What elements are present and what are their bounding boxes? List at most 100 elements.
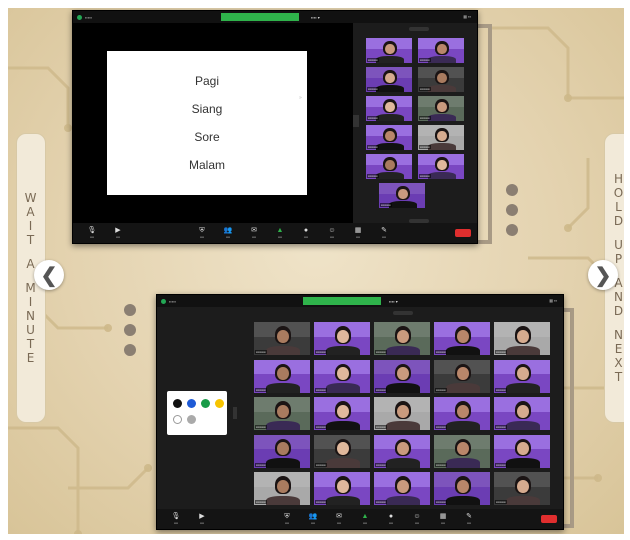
participant-tile[interactable]: ▪▪▪▪▪▪▪▪▪ <box>433 433 491 469</box>
page-scroll-icon[interactable]: » <box>299 95 302 101</box>
participant-name-label: ▪▪▪▪▪▪▪▪▪ <box>255 350 267 354</box>
side-word: UP <box>614 238 624 266</box>
participant-tile[interactable]: ▪▪▪▪▪▪▪▪▪ <box>253 433 311 469</box>
palette-color-swatch[interactable] <box>173 399 182 408</box>
participant-tile[interactable]: ▪▪▪▪▪▪▪▪▪ <box>433 321 491 356</box>
participant-tile[interactable]: ▪▪▪▪▪▪▪▪▪ <box>493 433 551 469</box>
participant-tile[interactable]: ▪▪▪▪▪▪▪▪▪ <box>365 153 413 180</box>
participant-tile[interactable]: ▪▪▪▪▪▪▪▪▪ <box>253 471 311 506</box>
side-word: HOLD <box>613 172 624 228</box>
participant-tile[interactable]: ▪▪▪▪▪▪▪▪▪ <box>313 358 371 394</box>
participant-name-label: ▪▪▪▪▪▪▪▪▪ <box>419 58 431 62</box>
participant-gallery: ▪▪▪▪▪▪▪▪▪ ▪▪▪▪▪▪▪▪▪ ▪▪▪▪▪▪▪▪▪ ▪▪▪▪▪▪▪▪▪ ▪▪▪▪… <box>365 37 469 223</box>
participants-button[interactable]: 👥 ▪▪▪▪ <box>300 510 326 528</box>
participant-tile[interactable]: ▪▪▪▪▪▪▪▪▪ <box>417 66 465 93</box>
participant-tile[interactable]: ▪▪▪▪▪▪▪▪▪ <box>417 37 465 64</box>
participant-tile[interactable]: ▪▪▪▪▪▪▪▪▪ <box>373 471 431 506</box>
share-screen-button[interactable]: ▲ ▪▪▪▪ <box>352 510 378 528</box>
participant-name-label: ▪▪▪▪▪▪▪▪▪ <box>367 145 379 149</box>
toolbar-label: ▪▪▪▪ <box>89 234 95 239</box>
view-toggle[interactable]: ▦ ▪▪ <box>549 298 557 303</box>
record-button[interactable]: ● ▪▪▪▪ <box>293 224 319 242</box>
participant-tile[interactable]: ▪▪▪▪▪▪▪▪▪ <box>417 124 465 151</box>
apps-button[interactable]: ▦ ▪▪▪▪ <box>345 224 371 242</box>
share-screen-button[interactable]: ▲ ▪▪▪▪ <box>267 224 293 242</box>
shield-icon: ⛨ <box>199 226 205 234</box>
participant-name-label: ▪▪▪▪▪▪▪▪▪ <box>367 58 379 62</box>
apps-button[interactable]: ▦ ▪▪▪▪ <box>430 510 456 528</box>
participants-button[interactable]: 👥 ▪▪▪▪ <box>215 224 241 242</box>
participant-tile[interactable]: ▪▪▪▪▪▪▪▪▪ <box>253 358 311 394</box>
participant-tile[interactable]: ▪▪▪▪▪▪▪▪▪ <box>493 396 551 431</box>
participant-tile[interactable]: ▪▪▪▪▪▪▪▪▪ <box>253 396 311 431</box>
participant-tile[interactable]: ▪▪▪▪▪▪▪▪▪ <box>365 95 413 122</box>
participant-name-label: ▪▪▪▪▪▪▪▪▪ <box>495 500 507 504</box>
gallery-up-button[interactable] <box>409 27 429 31</box>
participant-tile[interactable]: ▪▪▪▪▪▪▪▪▪ <box>313 433 371 469</box>
participant-tile[interactable]: ▪▪▪▪▪▪▪▪▪ <box>365 37 413 64</box>
participant-name-label: ▪▪▪▪▪▪▪▪▪ <box>435 387 447 392</box>
shield-button[interactable]: ⛨ ▪▪▪▪ <box>189 224 215 242</box>
participant-name-label: ▪▪▪▪▪▪▪▪▪ <box>495 350 507 354</box>
share-screen-icon: ▲ <box>276 226 284 234</box>
participant-tile[interactable]: ▪▪▪▪▪▪▪▪▪ <box>417 153 465 180</box>
participant-tile[interactable]: ▪▪▪▪▪▪▪▪▪ <box>365 66 413 93</box>
chat-button[interactable]: ✉ ▪▪▪▪ <box>241 224 267 242</box>
participant-tile[interactable]: ▪▪▪▪▪▪▪▪▪ <box>373 433 431 469</box>
participant-name-label: ▪▪▪▪▪▪▪▪▪ <box>315 425 327 429</box>
view-options-text[interactable]: ▪▪▪▪ ▾ <box>311 15 320 20</box>
participant-tile[interactable]: ▪▪▪▪▪▪▪▪▪ <box>493 358 551 394</box>
toolbar-label: ▪▪▪▪ <box>329 234 335 239</box>
participant-tile[interactable]: ▪▪▪▪▪▪▪▪▪ <box>378 182 426 209</box>
participant-name-label: ▪▪▪▪▪▪▪▪▪ <box>375 500 387 504</box>
participant-tile[interactable]: ▪▪▪▪▪▪▪▪▪ <box>365 124 413 151</box>
toolbar-label: ▪▪▪▪ <box>310 520 316 525</box>
video-button[interactable]: ▶ ▪▪▪▪ <box>189 510 215 528</box>
whiteboard-button[interactable]: ✎ ▪▪▪▪ <box>456 510 482 528</box>
microphone-button[interactable]: 🎙 ▪▪▪▪ <box>79 224 105 242</box>
palette-color-swatch[interactable] <box>215 399 224 408</box>
participant-tile[interactable]: ▪▪▪▪▪▪▪▪▪ <box>433 471 491 506</box>
participant-tile[interactable]: ▪▪▪▪▪▪▪▪▪ <box>373 358 431 394</box>
zoom-title-text: ▪▪▪▪▪ <box>169 298 177 304</box>
reactions-icon: ☺ <box>328 226 336 234</box>
reactions-button[interactable]: ☺ ▪▪▪▪ <box>404 510 430 528</box>
participant-tile[interactable]: ▪▪▪▪▪▪▪▪▪ <box>253 321 311 356</box>
participant-tile[interactable]: ▪▪▪▪▪▪▪▪▪ <box>373 396 431 431</box>
palette-color-swatch[interactable] <box>173 415 182 424</box>
whiteboard-button[interactable]: ✎ ▪▪▪▪ <box>371 224 397 242</box>
microphone-button[interactable]: 🎙 ▪▪▪▪ <box>163 510 189 528</box>
participant-name-label: ▪▪▪▪▪▪▪▪▪ <box>375 387 387 392</box>
record-button[interactable]: ● ▪▪▪▪ <box>378 510 404 528</box>
shared-screen: Pagi Siang Sore Malam » <box>73 23 353 225</box>
participant-tile[interactable]: ▪▪▪▪▪▪▪▪▪ <box>433 358 491 394</box>
participants-icon: 👥 <box>308 512 318 520</box>
toolbar-label: ▪▪▪▪ <box>440 520 446 525</box>
participant-tile[interactable]: ▪▪▪▪▪▪▪▪▪ <box>433 396 491 431</box>
video-button[interactable]: ▶ ▪▪▪▪ <box>105 224 131 242</box>
divider-handle[interactable] <box>353 115 359 127</box>
palette-color-swatch[interactable] <box>187 399 196 408</box>
zoom-window-share: ▪▪▪▪▪ ▪▪▪▪ ▾ ▦ ▪▪ Pagi Siang Sore Malam » ▪… <box>72 10 478 244</box>
end-meeting-button[interactable] <box>455 229 471 237</box>
view-options-text[interactable]: ▪▪▪▪ ▾ <box>389 299 398 304</box>
participant-tile[interactable]: ▪▪▪▪▪▪▪▪▪ <box>313 396 371 431</box>
previous-arrow-button[interactable]: ❮ <box>34 260 64 290</box>
participant-tile[interactable]: ▪▪▪▪▪▪▪▪▪ <box>493 321 551 356</box>
next-arrow-button[interactable]: ❯ <box>588 260 618 290</box>
participant-tile[interactable]: ▪▪▪▪▪▪▪▪▪ <box>373 321 431 356</box>
participant-tile[interactable]: ▪▪▪▪▪▪▪▪▪ <box>313 471 371 506</box>
divider-handle[interactable] <box>233 407 237 419</box>
participant-tile[interactable]: ▪▪▪▪▪▪▪▪▪ <box>313 321 371 356</box>
palette-color-swatch[interactable] <box>187 415 196 424</box>
palette-color-swatch[interactable] <box>201 399 210 408</box>
toolbar-label: ▪▪▪▪ <box>466 520 472 525</box>
chat-button[interactable]: ✉ ▪▪▪▪ <box>326 510 352 528</box>
shield-button[interactable]: ⛨ ▪▪▪▪ <box>274 510 300 528</box>
reactions-button[interactable]: ☺ ▪▪▪▪ <box>319 224 345 242</box>
participant-tile[interactable]: ▪▪▪▪▪▪▪▪▪ <box>417 95 465 122</box>
gallery-up-button[interactable] <box>393 311 413 315</box>
participant-tile[interactable]: ▪▪▪▪▪▪▪▪▪ <box>493 471 551 506</box>
end-meeting-button[interactable] <box>541 515 557 523</box>
view-toggle[interactable]: ▦ ▪▪ <box>463 14 471 19</box>
